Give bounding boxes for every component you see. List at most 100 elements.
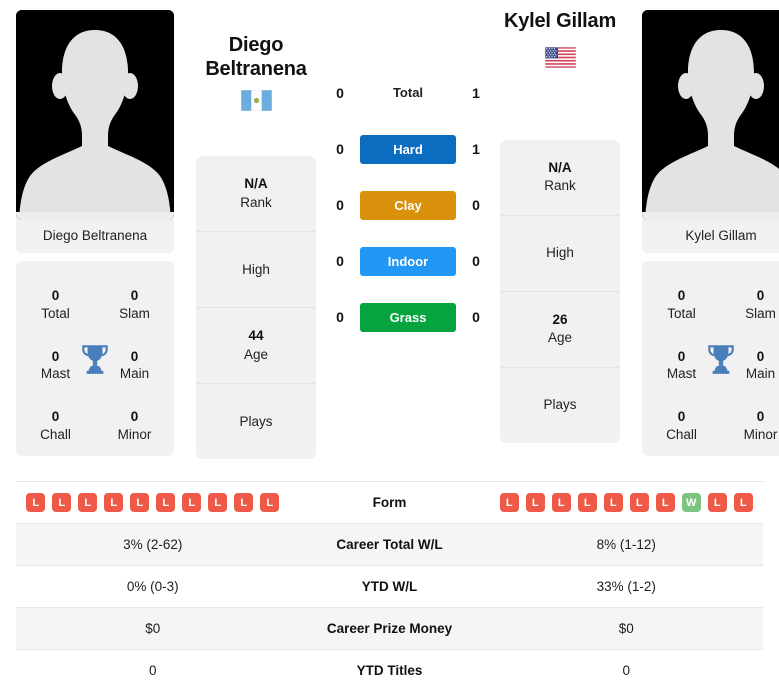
form-badge-l: L: [52, 493, 72, 512]
form-badge-l: L: [707, 493, 727, 512]
form-badge-l: L: [551, 493, 571, 512]
left-rank-value: N/A: [244, 176, 268, 192]
right-career-prize-money: $0: [618, 621, 634, 636]
right-age-value: 26: [552, 311, 568, 327]
right-form-badges: LLLLLLLWLL: [490, 493, 764, 512]
h2h-clay-left-score: 0: [336, 197, 344, 213]
h2h-row-hard: 0 Hard 1: [320, 121, 496, 177]
guatemala-flag-icon: [240, 90, 272, 112]
form-badge-l: L: [234, 493, 254, 512]
left-titles-minor-label: Minor: [117, 426, 152, 442]
h2h-total-left-score: 0: [336, 85, 344, 101]
left-age-value: 44: [248, 328, 264, 344]
h2h-indoor-right-score: 0: [472, 253, 480, 269]
left-titles-total-value: 0: [51, 288, 60, 304]
table-row: 0 YTD Titles 0: [16, 650, 763, 691]
left-high-label: High: [242, 261, 270, 277]
left-player-name: Diego Beltranena: [196, 34, 316, 81]
right-rank-value: N/A: [548, 159, 572, 175]
right-player-column: Kylel Gillam 0 Total 0 Slam 0 Mast 0 Mai…: [642, 10, 779, 456]
form-badge-l: L: [603, 493, 623, 512]
right-rank-segment: N/A Rank: [500, 140, 620, 216]
right-titles-card: 0 Total 0 Slam 0 Mast 0 Main 0 Chall 0 M…: [642, 261, 779, 456]
right-profile-card: N/A Rank High 26 Age Plays: [500, 139, 620, 443]
left-career-total-wl: 3% (2-62): [123, 537, 183, 552]
form-badge-l: L: [104, 493, 124, 512]
stats-table: LLLLLLLLLL Form LLLLLLLWLL 3% (2-62) Car…: [16, 481, 763, 691]
right-age-segment: 26 Age: [500, 292, 620, 368]
left-age-segment: 44 Age: [196, 308, 316, 385]
form-badge-l: L: [655, 493, 675, 512]
h2h-clay-right-score: 0: [472, 197, 480, 213]
right-ytd-wl: 33% (1-2): [596, 579, 656, 594]
table-row: 0% (0-3) YTD W/L 33% (1-2): [16, 566, 763, 608]
h2h-total-label: Total: [392, 85, 424, 100]
right-age-label: Age: [547, 330, 573, 346]
left-player-name-line1: Diego: [228, 34, 284, 56]
right-titles-chall-value: 0: [677, 409, 686, 424]
left-titles-cell: 0 Total: [16, 287, 95, 323]
left-plays-label: Plays: [239, 413, 273, 429]
right-player-photo: [642, 10, 779, 220]
usa-flag-icon: [544, 46, 576, 68]
h2h-row-clay: 0 Clay 0: [320, 177, 496, 233]
career-prize-money-label: Career Prize Money: [326, 621, 453, 636]
h2h-indoor-left-score: 0: [336, 253, 344, 269]
left-age-label: Age: [243, 346, 269, 362]
h2h-row-indoor: 0 Indoor 0: [320, 233, 496, 289]
form-badge-l: L: [260, 493, 280, 512]
surface-button-grass[interactable]: Grass: [360, 302, 456, 332]
career-total-wl-label: Career Total W/L: [336, 537, 443, 552]
left-rank-label: Rank: [240, 194, 272, 210]
form-badge-l: L: [182, 493, 202, 512]
surface-button-hard[interactable]: Hard: [360, 134, 456, 164]
left-titles-minor-value: 0: [130, 409, 139, 424]
ytd-titles-label: YTD Titles: [356, 663, 423, 678]
surface-button-indoor[interactable]: Indoor: [360, 246, 456, 276]
form-badge-l: L: [525, 493, 545, 512]
right-player-flag-wrap: [500, 46, 620, 68]
h2h-hard-label-wrap: Hard: [360, 134, 456, 164]
left-titles-cell: 0 Minor: [95, 408, 174, 444]
h2h-total-right-score: 1: [472, 85, 480, 101]
trophy-icon: [82, 344, 108, 374]
right-high-label: High: [546, 244, 574, 260]
right-titles-slam-label: Slam: [745, 306, 776, 322]
h2h-hard-right-score: 1: [472, 141, 480, 157]
left-titles-total-label: Total: [41, 306, 70, 322]
player-silhouette-icon: [642, 10, 779, 220]
right-titles-cell: 0 Chall: [642, 408, 721, 444]
right-player-name: Kylel Gillam: [500, 10, 620, 34]
right-titles-minor-value: 0: [756, 409, 765, 424]
h2h-row-total: 0 Total 1: [320, 65, 496, 121]
left-player-photo: [16, 10, 174, 220]
h2h-hard-left-score: 0: [336, 141, 344, 157]
form-badge-l: L: [733, 493, 753, 512]
h2h-total-label-wrap: Total: [360, 84, 456, 102]
right-titles-minor-label: Minor: [743, 426, 778, 442]
form-badge-l: L: [156, 493, 176, 512]
left-plays-segment: Plays: [196, 384, 316, 459]
form-row-label: Form: [372, 495, 407, 510]
h2h-comparison-page: Diego Beltranena 0 Total 0 Slam 0 Mast 0…: [0, 0, 779, 699]
form-badge-l: L: [629, 493, 649, 512]
right-plays-label: Plays: [543, 396, 577, 412]
h2h-grass-left-score: 0: [336, 309, 344, 325]
h2h-grass-right-score: 0: [472, 309, 480, 325]
h2h-grass-label-wrap: Grass: [360, 302, 456, 332]
top-section: Diego Beltranena 0 Total 0 Slam 0 Mast 0…: [0, 0, 779, 472]
left-high-segment: High: [196, 232, 316, 309]
left-titles-cell: 0 Slam: [95, 287, 174, 323]
surface-button-clay[interactable]: Clay: [360, 190, 456, 220]
table-row-form: LLLLLLLLLL Form LLLLLLLWLL: [16, 482, 763, 524]
right-player-name-line1: Kylel Gillam: [503, 10, 617, 32]
right-titles-cell: 0 Total: [642, 287, 721, 323]
right-rank-label: Rank: [544, 178, 576, 194]
left-player-flag-wrap: [196, 90, 316, 112]
right-high-segment: High: [500, 216, 620, 292]
right-titles-total-label: Total: [667, 306, 696, 322]
right-player-photo-caption: Kylel Gillam: [642, 219, 779, 253]
left-player-column: Diego Beltranena 0 Total 0 Slam 0 Mast 0…: [16, 10, 174, 456]
ytd-wl-label: YTD W/L: [361, 579, 418, 594]
left-player-name-line2: Beltranena: [205, 57, 307, 80]
